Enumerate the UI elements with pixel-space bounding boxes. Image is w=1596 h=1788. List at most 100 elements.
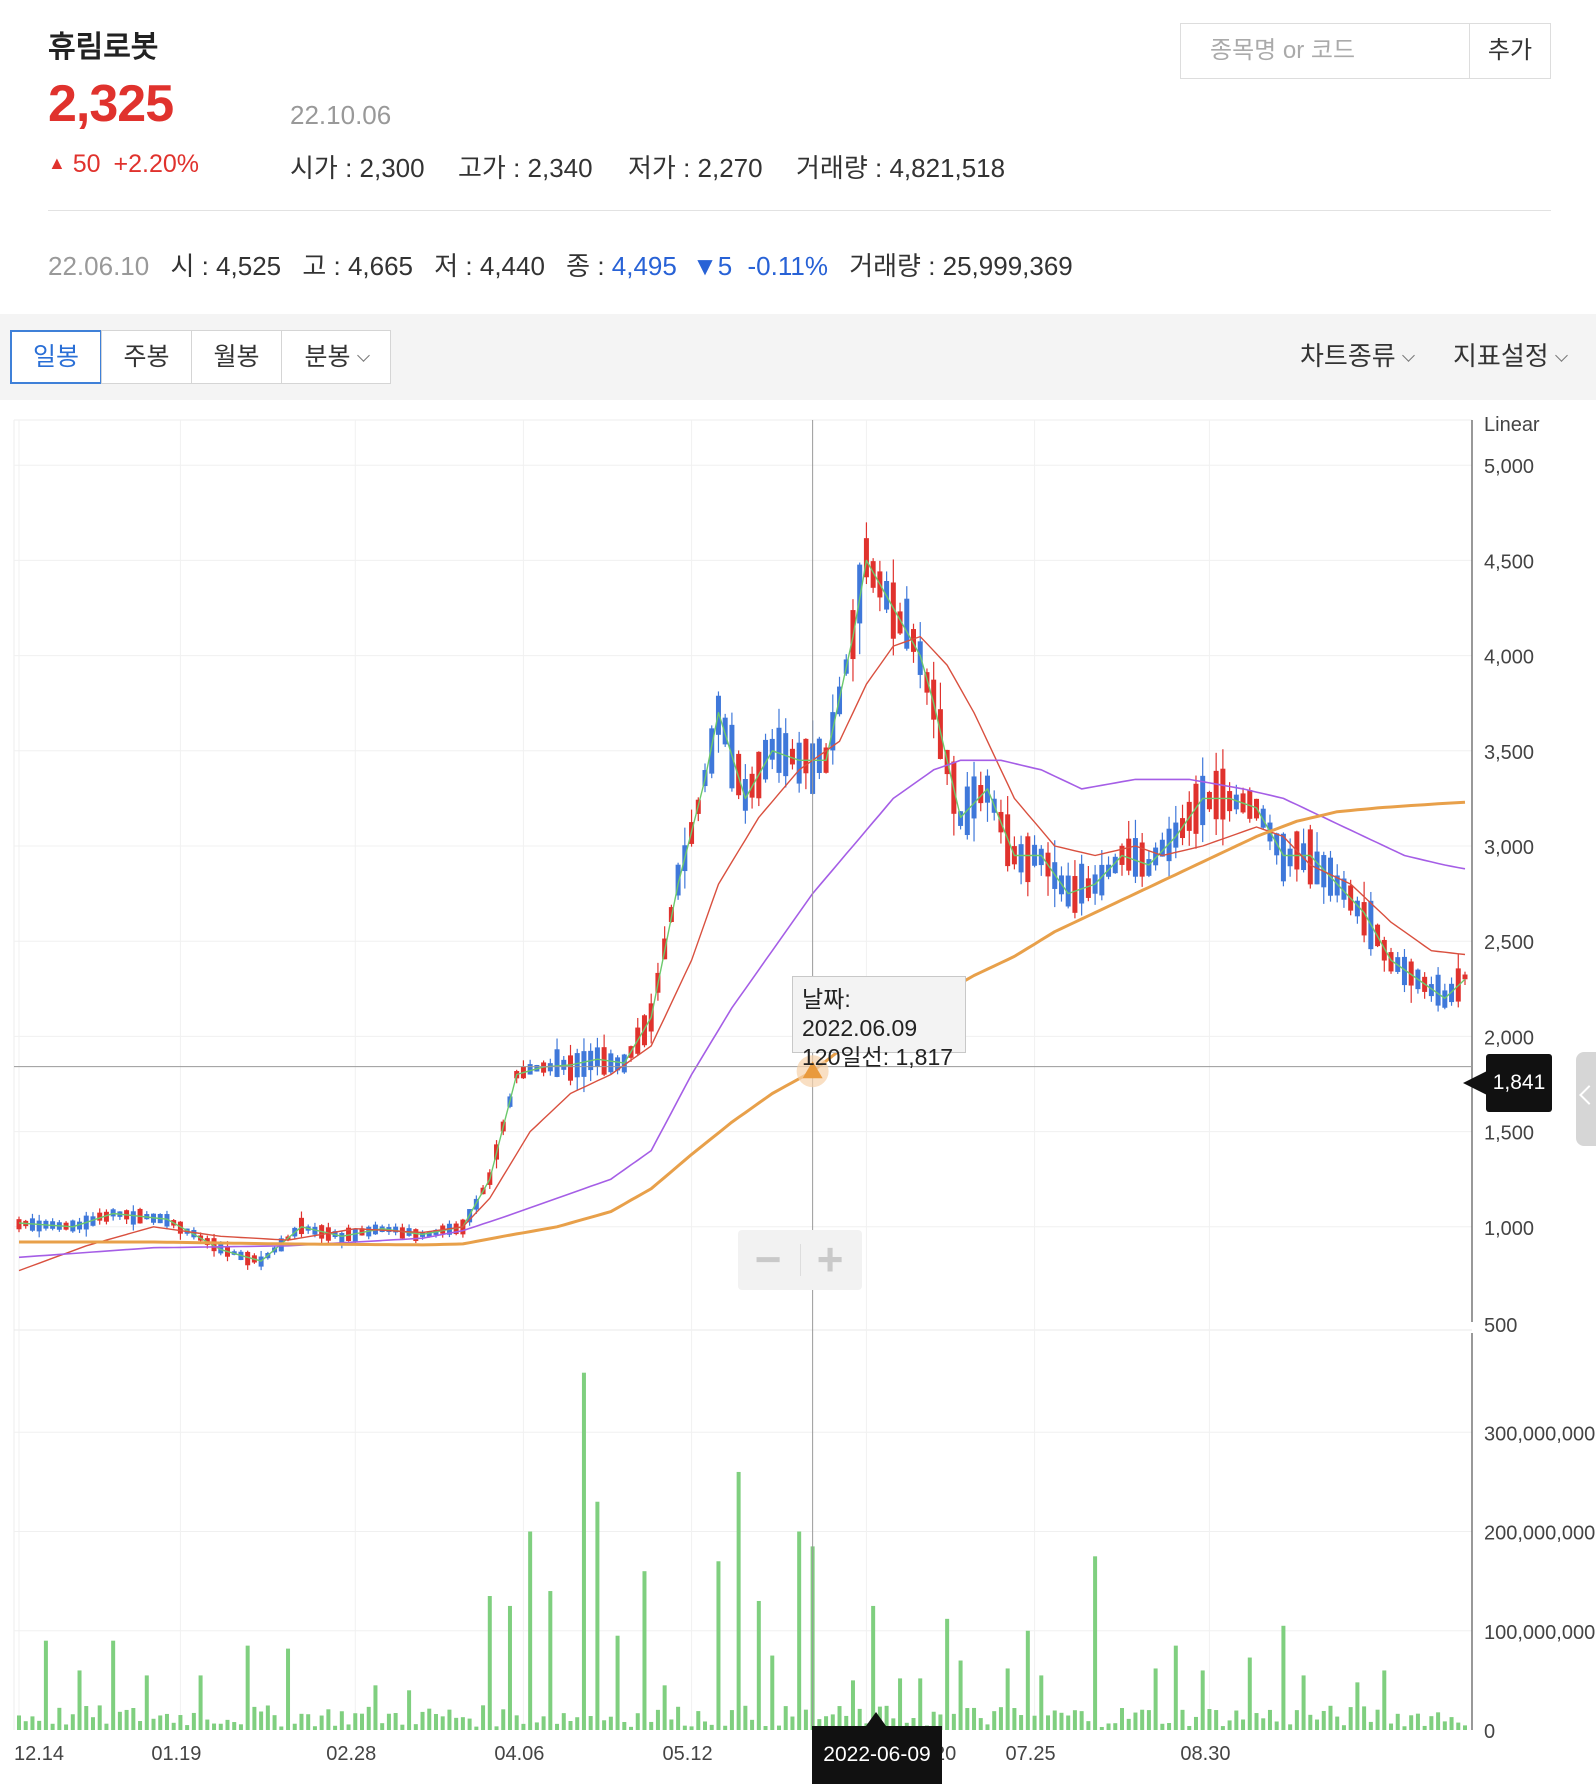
volume-bar bbox=[1456, 1722, 1461, 1730]
zoom-in-button[interactable]: + bbox=[800, 1232, 860, 1288]
volume-bar bbox=[1308, 1714, 1313, 1730]
volume-bar bbox=[750, 1719, 755, 1730]
volume-bar bbox=[770, 1655, 775, 1730]
stock-name: 휴림로봇 bbox=[48, 31, 159, 64]
volume-bar bbox=[1261, 1718, 1266, 1730]
volume-bar bbox=[541, 1716, 546, 1730]
volume-bar bbox=[380, 1723, 385, 1730]
tooltip-date: 날짜: 2022.06.09 bbox=[802, 986, 918, 1041]
price-tick-label: 1,000 bbox=[1484, 1218, 1534, 1240]
candle-body bbox=[594, 1047, 600, 1067]
volume-bar bbox=[1025, 1630, 1030, 1730]
volume-bar bbox=[124, 1709, 129, 1730]
volume-bar bbox=[339, 1711, 344, 1730]
volume-bar bbox=[1227, 1720, 1232, 1730]
volume-bar bbox=[353, 1713, 358, 1730]
volume-bar bbox=[1409, 1715, 1414, 1730]
volume-bar bbox=[1153, 1668, 1158, 1730]
tab-minute[interactable]: 분봉 bbox=[281, 330, 391, 384]
volume-bar bbox=[1294, 1710, 1299, 1730]
volume-bar bbox=[1415, 1713, 1420, 1730]
tab-daily[interactable]: 일봉 bbox=[10, 330, 102, 384]
volume-bar bbox=[1382, 1670, 1387, 1730]
tab-weekly[interactable]: 주봉 bbox=[101, 330, 192, 384]
date-tag-pointer bbox=[866, 1712, 886, 1726]
search-input[interactable] bbox=[1182, 25, 1466, 77]
change-percent: +2.20% bbox=[113, 150, 200, 178]
volume-bar bbox=[64, 1724, 69, 1730]
volume-bar bbox=[568, 1721, 573, 1730]
candle-body bbox=[1442, 990, 1448, 1008]
volume-bar bbox=[407, 1690, 412, 1730]
volume-bar bbox=[783, 1706, 788, 1730]
candle-body bbox=[567, 1055, 573, 1081]
volume-bar bbox=[460, 1717, 465, 1730]
candle-body bbox=[130, 1211, 136, 1225]
volume-bar bbox=[1281, 1625, 1286, 1730]
stock-chart[interactable]: 500 1,000 1,500 2,000 2,500 3,000 3,500 4,000 4,… bbox=[0, 400, 1596, 1788]
price-tick-label: 4,500 bbox=[1484, 551, 1534, 573]
low-price: 저가 : 2,270 bbox=[628, 153, 763, 183]
volume-bar bbox=[918, 1678, 923, 1730]
volume-bar bbox=[716, 1561, 721, 1730]
candle-body bbox=[857, 564, 863, 624]
volume-bar bbox=[682, 1725, 687, 1730]
candle-body bbox=[796, 742, 802, 784]
volume-bar bbox=[191, 1712, 196, 1730]
hover-open: 시 : 4,525 bbox=[170, 251, 282, 281]
volume-bar bbox=[703, 1721, 708, 1730]
volume-bar bbox=[1193, 1716, 1198, 1730]
indicator-dropdown[interactable]: 지표설정 bbox=[1453, 336, 1568, 373]
volume-bar bbox=[171, 1722, 176, 1730]
up-arrow-icon: ▲ bbox=[48, 153, 66, 173]
add-button[interactable]: 추가 bbox=[1469, 23, 1551, 79]
volume-bar bbox=[1220, 1726, 1225, 1730]
candle-body bbox=[1361, 902, 1367, 936]
volume-bar bbox=[1241, 1719, 1246, 1730]
volume-bar bbox=[972, 1707, 977, 1730]
candle-body bbox=[1435, 974, 1441, 1006]
volume-bar bbox=[70, 1714, 75, 1730]
volume-bar bbox=[803, 1709, 808, 1730]
volume-bar bbox=[797, 1531, 802, 1730]
volume-bar bbox=[1274, 1721, 1279, 1730]
candle-body bbox=[769, 738, 775, 760]
volume-bar bbox=[1429, 1716, 1434, 1730]
zoom-out-button[interactable]: − bbox=[738, 1232, 798, 1288]
tab-monthly[interactable]: 월봉 bbox=[191, 330, 282, 384]
volume-bar bbox=[1146, 1710, 1151, 1730]
volume-bar bbox=[629, 1726, 634, 1730]
volume-bar bbox=[1099, 1726, 1104, 1730]
volume-bar bbox=[992, 1711, 997, 1730]
chart-type-dropdown[interactable]: 차트종류 bbox=[1300, 336, 1415, 373]
candle-body bbox=[581, 1051, 587, 1077]
volume-bar bbox=[1167, 1723, 1172, 1730]
volume-bar bbox=[1247, 1657, 1252, 1730]
volume-bar bbox=[501, 1709, 506, 1730]
volume-bar bbox=[97, 1705, 102, 1730]
volume-bar bbox=[178, 1715, 183, 1730]
volume-bar bbox=[1288, 1724, 1293, 1730]
candle-body bbox=[608, 1053, 614, 1073]
volume-bar bbox=[985, 1724, 990, 1730]
current-price: 2,325 bbox=[48, 75, 174, 133]
scale-type-label: Linear bbox=[1484, 414, 1540, 436]
candle-body bbox=[1287, 848, 1293, 867]
crosshair-tooltip: 날짜: 2022.06.09 120일선: 1,817 bbox=[792, 976, 966, 1070]
volume-bar bbox=[965, 1708, 970, 1730]
hover-date: 22.06.10 bbox=[48, 251, 150, 281]
volume-bar bbox=[1160, 1723, 1165, 1730]
volume-bar bbox=[373, 1685, 378, 1730]
volume-bar bbox=[1059, 1712, 1064, 1730]
volume-bar bbox=[676, 1706, 681, 1730]
volume-bar bbox=[1315, 1719, 1320, 1730]
volume-bar bbox=[393, 1713, 398, 1730]
volume-bar bbox=[662, 1685, 667, 1730]
candle-body bbox=[1462, 974, 1468, 980]
volume: 거래량 : 4,821,518 bbox=[796, 153, 1006, 183]
volume-bar bbox=[299, 1713, 304, 1730]
change-value: 50 bbox=[72, 150, 101, 178]
volume-bar bbox=[1046, 1715, 1051, 1730]
candle-body bbox=[641, 1015, 647, 1046]
tooltip-value: 120일선: 1,817 bbox=[802, 1044, 954, 1070]
